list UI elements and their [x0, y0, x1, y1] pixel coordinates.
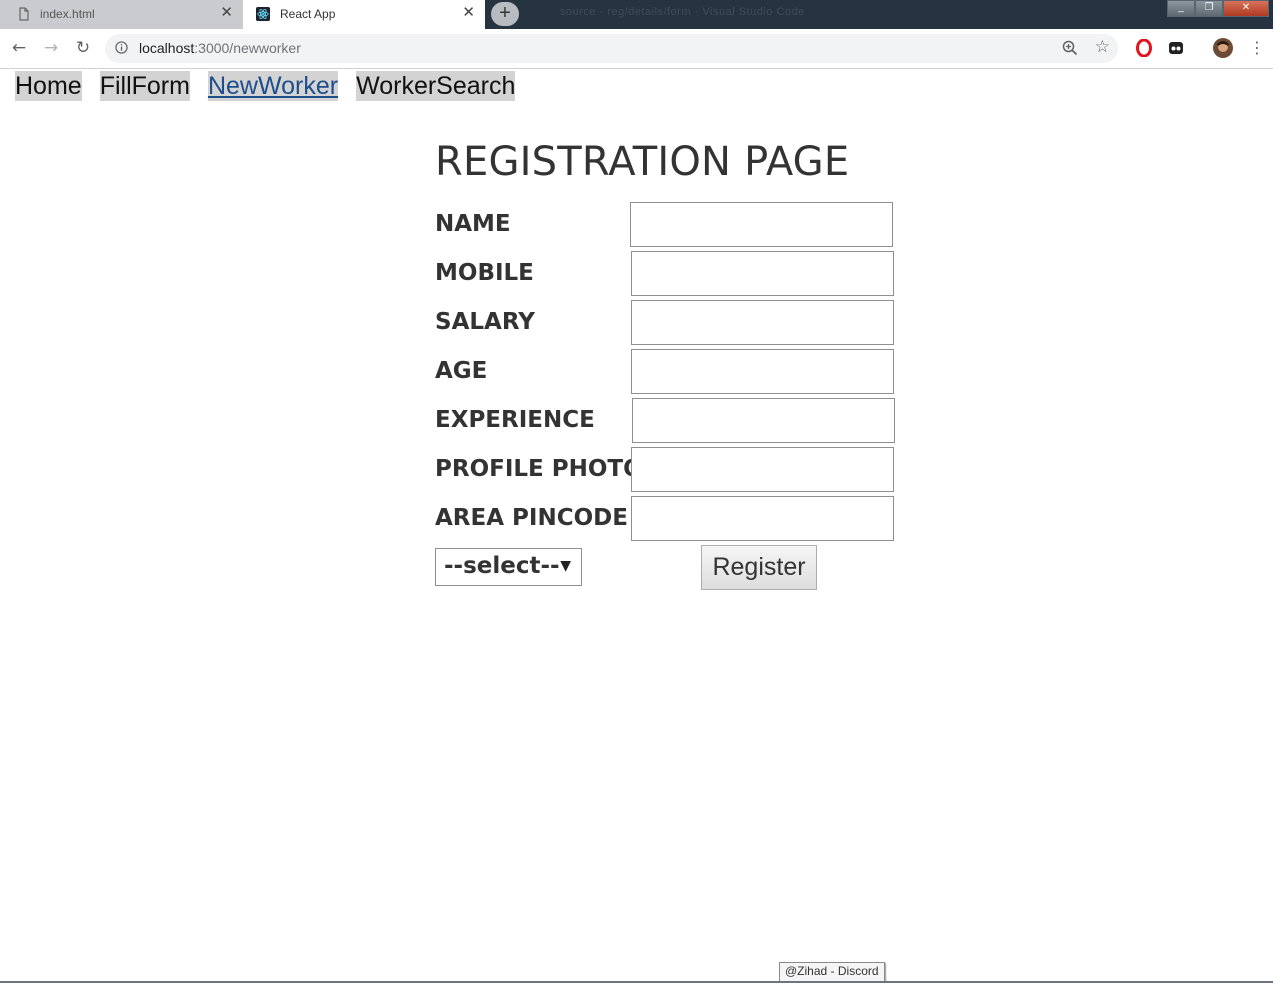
tab-title: React App — [280, 7, 336, 21]
background-window-title: source · reg/details/form · Visual Studi… — [560, 6, 805, 18]
url-host: localhost — [139, 40, 195, 56]
close-tab-icon[interactable]: ✕ — [462, 5, 475, 21]
profile-avatar[interactable] — [1213, 38, 1233, 58]
field-label: EXPERIENCE — [435, 407, 595, 433]
forward-arrow-icon[interactable]: → — [41, 38, 61, 58]
salary-input[interactable] — [631, 300, 894, 345]
taskbar-tooltip: @Zihad - Discord — [779, 962, 885, 982]
form-row-age: AGE — [435, 349, 905, 395]
bookmark-star-icon[interactable]: ☆ — [1095, 37, 1110, 57]
close-window-button[interactable]: ✕ — [1223, 0, 1269, 17]
profile-photo-input[interactable] — [631, 447, 894, 492]
tab-index-html[interactable]: index.html ✕ — [0, 0, 243, 29]
browser-titlebar: index.html ✕ React App ✕ + source · reg/… — [0, 0, 1273, 29]
nav-link-home[interactable]: Home — [15, 71, 82, 101]
minimize-button[interactable]: _ — [1167, 0, 1195, 17]
field-label: SALARY — [435, 309, 535, 335]
url-path: :3000/newworker — [194, 40, 301, 56]
dropdown-arrow-icon: ▼ — [560, 558, 571, 574]
info-icon — [115, 41, 128, 54]
document-icon — [19, 7, 29, 21]
nav-link-fillform[interactable]: FillForm — [99, 71, 190, 101]
url-text: localhost:3000/newworker — [139, 40, 301, 56]
tab-react-app[interactable]: React App ✕ — [243, 0, 485, 29]
restore-button[interactable]: ❐ — [1195, 0, 1223, 17]
nav-link-workersearch[interactable]: WorkerSearch — [356, 71, 516, 101]
field-label: AREA PINCODE — [435, 505, 628, 531]
opera-icon[interactable] — [1135, 39, 1153, 57]
form-row-area-pincode: AREA PINCODE — [435, 496, 905, 542]
new-tab-button[interactable]: + — [491, 2, 519, 26]
page-title: REGISTRATION PAGE — [435, 139, 850, 185]
nav-link-newworker[interactable]: NewWorker — [207, 71, 339, 101]
close-tab-icon[interactable]: ✕ — [220, 5, 233, 21]
menu-icon[interactable]: ⋮ — [1249, 38, 1265, 58]
app-nav: Home FillForm NewWorker WorkerSearch — [15, 71, 516, 101]
form-row-experience: EXPERIENCE — [435, 398, 905, 444]
address-bar[interactable]: localhost:3000/newworker ☆ — [105, 34, 1118, 63]
field-label: PROFILE PHOTO — [435, 456, 643, 482]
form-row-mobile: MOBILE — [435, 251, 905, 297]
form-row-salary: SALARY — [435, 300, 905, 346]
tab-title: index.html — [40, 7, 95, 21]
form-row-profile-photo: PROFILE PHOTO — [435, 447, 905, 493]
name-input[interactable] — [630, 202, 893, 247]
extension-icon[interactable] — [1167, 39, 1185, 57]
experience-input[interactable] — [632, 398, 895, 443]
field-label: NAME — [435, 211, 511, 237]
react-icon — [256, 7, 270, 21]
reload-icon[interactable]: ↻ — [73, 38, 93, 58]
back-arrow-icon[interactable]: ← — [9, 38, 29, 58]
mobile-input[interactable] — [631, 251, 894, 296]
field-label: AGE — [435, 358, 488, 384]
browser-toolbar: ← → ↻ localhost:3000/newworker ☆ ⋮ — [0, 29, 1273, 69]
register-button[interactable]: Register — [701, 545, 817, 590]
field-label: MOBILE — [435, 260, 534, 286]
form-row-name: NAME — [435, 202, 905, 248]
age-input[interactable] — [631, 349, 894, 394]
window-controls: _ ❐ ✕ — [1167, 0, 1269, 17]
zoom-icon[interactable] — [1062, 40, 1078, 56]
select-value: --select-- — [444, 553, 560, 579]
area-pincode-input[interactable] — [631, 496, 894, 541]
category-select[interactable]: --select-- ▼ — [435, 548, 582, 586]
